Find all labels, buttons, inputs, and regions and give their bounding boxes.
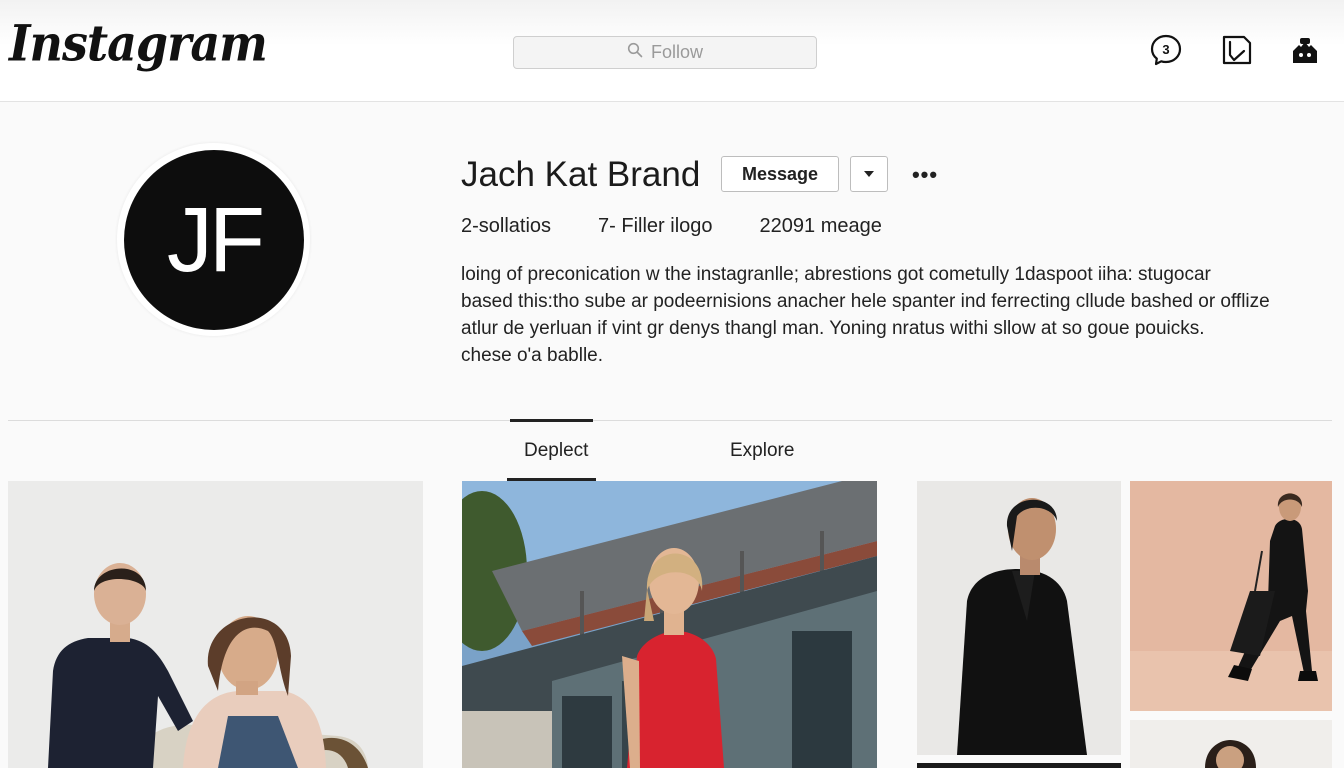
search-placeholder: Follow (650, 42, 703, 62)
post-bottom-left-partial[interactable] (917, 763, 1121, 768)
notification-badge: 3 (1162, 42, 1169, 57)
stat-posts[interactable]: 2-sollatios (461, 215, 551, 238)
top-navigation-bar: Instagram Follow 3 (0, 0, 1344, 102)
profile-username: Jach Kat Brand (461, 155, 701, 194)
tab-deplect[interactable]: Deplect (524, 440, 588, 462)
notifications-icon[interactable] (1288, 33, 1322, 67)
search-icon (627, 42, 643, 63)
bookmark-icon[interactable] (1220, 33, 1254, 67)
message-button[interactable]: Message (721, 156, 839, 192)
tabs-divider (8, 420, 1332, 421)
chevron-down-icon (863, 165, 875, 183)
post-woman-black-shirt[interactable] (917, 481, 1121, 755)
stat-followers[interactable]: 7- Filler ilogo (598, 215, 712, 238)
bio-line: atlur de yerluan if vint gr denys thangl… (461, 318, 1205, 339)
post-bottom-right-partial[interactable] (1130, 720, 1332, 768)
profile-stats: 2-sollatios 7- Filler ilogo 22091 meage (461, 215, 929, 238)
search-input[interactable]: Follow (513, 36, 817, 69)
profile-bio: loing of preconication w the instagranll… (461, 261, 1321, 369)
bio-line: loing of preconication w the instagranll… (461, 264, 1211, 285)
tab-explore[interactable]: Explore (730, 440, 794, 462)
post-woman-black-suit-bag[interactable] (1130, 481, 1332, 711)
instagram-logo[interactable]: Instagram (9, 14, 268, 72)
avatar[interactable]: JF (124, 150, 304, 330)
bio-line: chese o'a bablle. (461, 345, 604, 366)
avatar-initials: JF (166, 188, 265, 291)
messenger-icon[interactable]: 3 (1149, 33, 1183, 67)
tab-top-indicator (510, 419, 593, 422)
post-two-models-chair[interactable] (8, 481, 423, 768)
more-options-button[interactable]: ••• (910, 162, 940, 188)
stat-following[interactable]: 22091 meage (760, 215, 882, 238)
suggestions-dropdown-button[interactable] (850, 156, 888, 192)
bio-line: based this:tho sube ar podeernisions ana… (461, 291, 1270, 312)
post-woman-red-dress-building[interactable] (462, 481, 877, 768)
